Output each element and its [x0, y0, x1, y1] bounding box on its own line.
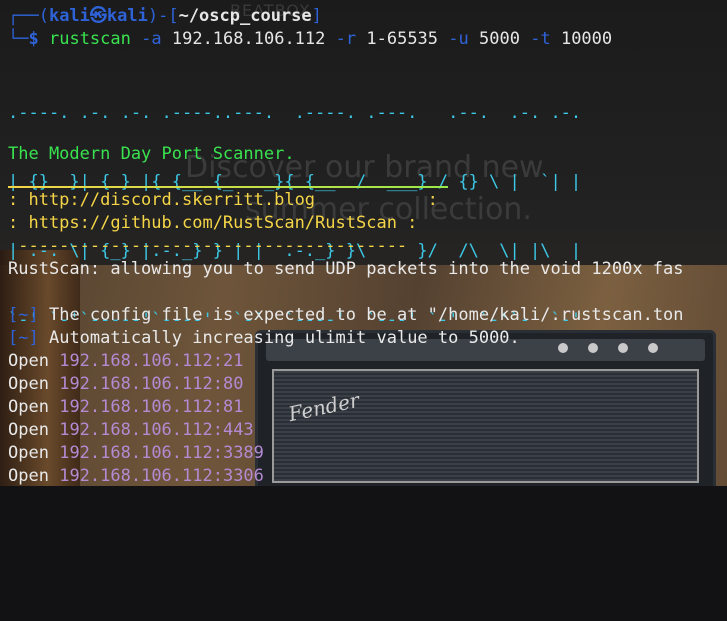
github-link[interactable]: : https://github.com/RustScan/RustScan :	[8, 212, 417, 235]
open-label: Open	[8, 397, 49, 417]
open-port-address: 192.168.106.112:3389	[59, 443, 264, 463]
open-port-address: 192.168.106.112:21	[59, 351, 244, 371]
prompt-user: kali	[48, 6, 90, 26]
tagline: The Modern Day Port Scanner.	[8, 144, 295, 164]
command-flag: -a	[141, 29, 162, 49]
open-label: Open	[8, 466, 49, 486]
command-line[interactable]: └─$ rustscan -a 192.168.106.112 -r 1-655…	[8, 28, 612, 51]
command-range: 1-65535	[366, 29, 439, 49]
info-text: The config file is expected to be at "/h…	[48, 305, 684, 325]
open-port-row: Open 192.168.106.112:80	[8, 373, 243, 396]
prompt-separator: )-[	[147, 6, 179, 26]
prompt-symbol: $	[28, 29, 39, 49]
open-port-row: Open 192.168.106.112:443	[8, 419, 254, 442]
open-label: Open	[8, 374, 49, 394]
open-label: Open	[8, 351, 49, 371]
discord-link[interactable]: : http://discord.skerritt.blog :	[8, 189, 438, 212]
prompt-path: ~/oscp_course	[178, 6, 312, 26]
banner-line: .----. .-. .-. .----..---. .----. .---. …	[8, 103, 582, 123]
info-text: Automatically increasing ulimit value to…	[48, 328, 520, 348]
prompt-frame: ┌──(	[8, 6, 49, 26]
open-port-address: 192.168.106.112:443	[59, 420, 254, 440]
open-label: Open	[8, 443, 49, 463]
prompt-line-top: ┌──(kali㉿kali)-[~/oscp_course]	[8, 5, 322, 28]
open-port-address: 192.168.106.112:80	[59, 374, 244, 394]
command-program: rustscan	[48, 29, 131, 49]
info-line: [~] The config file is expected to be at…	[8, 304, 684, 327]
info-line: [~] Automatically increasing ulimit valu…	[8, 327, 520, 350]
command-flag: -r	[335, 29, 357, 49]
open-port-address: 192.168.106.112:81	[59, 397, 244, 417]
command-target: 192.168.106.112	[171, 29, 326, 49]
open-port-row: Open 192.168.106.112:81	[8, 396, 243, 419]
udp-note: RustScan: allowing you to send UDP packe…	[8, 259, 684, 279]
command-ulimit: 5000	[479, 29, 520, 49]
command-timeout: 10000	[560, 29, 613, 49]
prompt-close-bracket: ]	[311, 6, 322, 26]
info-tag: [~]	[8, 305, 39, 325]
banner-dashes: --------------------------------------	[8, 236, 408, 256]
open-port-address: 192.168.106.112:3306	[59, 466, 264, 486]
prompt-frame-bottom: └─	[8, 29, 29, 49]
open-label: Open	[8, 420, 49, 440]
open-port-row: Open 192.168.106.112:21	[8, 350, 243, 373]
open-port-row: Open 192.168.106.112:3389	[8, 442, 264, 465]
info-tag: [~]	[8, 328, 39, 348]
command-flag: -u	[448, 29, 469, 49]
open-port-row: Open 192.168.106.112:3306	[8, 465, 264, 488]
command-flag: -t	[530, 29, 551, 49]
prompt-host: kali	[106, 6, 148, 26]
banner-rule	[8, 186, 448, 188]
terminal-output[interactable]: ┌──(kali㉿kali)-[~/oscp_course] └─$ rusts…	[0, 0, 727, 486]
prompt-at-icon: ㉿	[89, 6, 107, 26]
